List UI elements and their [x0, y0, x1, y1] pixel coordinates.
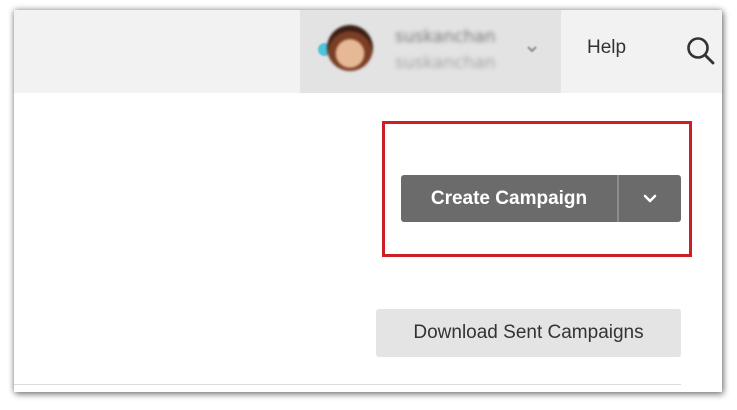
create-campaign-dropdown-button[interactable]: [619, 175, 681, 222]
app-window: suskanchan suskanchan Help Create Campai…: [14, 10, 722, 392]
create-campaign-split-button: Create Campaign: [401, 175, 681, 222]
user-menu[interactable]: suskanchan suskanchan: [300, 10, 561, 93]
chevron-down-icon: [643, 194, 657, 202]
section-divider: [14, 384, 681, 385]
chevron-down-icon: [527, 46, 537, 53]
user-name: suskanchan: [395, 27, 496, 47]
download-sent-campaigns-button[interactable]: Download Sent Campaigns: [376, 309, 681, 357]
search-icon: [687, 37, 715, 65]
help-link[interactable]: Help: [587, 37, 626, 59]
avatar: [327, 25, 373, 71]
search-button[interactable]: [684, 34, 718, 68]
top-navigation-bar: suskanchan suskanchan Help: [14, 10, 722, 93]
user-handle: suskanchan: [395, 53, 496, 73]
create-campaign-button[interactable]: Create Campaign: [401, 175, 617, 222]
avatar-container: [318, 25, 373, 75]
